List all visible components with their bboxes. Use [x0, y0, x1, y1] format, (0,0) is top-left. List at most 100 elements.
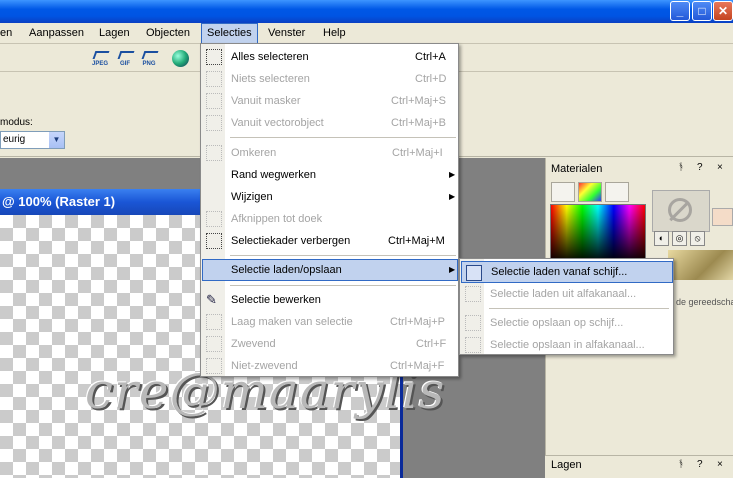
menu-item-laag-maken-van-selectie[interactable]: Laag maken van selectie Ctrl+Maj+P [202, 311, 457, 333]
modus-select-value: eurig [3, 134, 26, 145]
close-panel-icon[interactable]: × [717, 162, 723, 173]
shortcut-label: Ctrl+D [415, 73, 447, 85]
vector-icon [206, 115, 222, 131]
defloat-icon [206, 358, 222, 374]
menu-item-niet-zwevend[interactable]: Niet-zwevend Ctrl+Maj+F [202, 355, 457, 377]
menu-objecten[interactable]: Objecten [141, 23, 195, 44]
layers-panel-title: Lagen [551, 459, 582, 471]
menu-selecties[interactable]: Selecties [201, 23, 258, 44]
shortcut-label: Ctrl+Maj+I [392, 147, 443, 159]
menu-separator [489, 308, 669, 309]
modus-label: modus: [0, 117, 33, 128]
help-icon[interactable]: ? [697, 459, 703, 470]
shortcut-label: Ctrl+Maj+F [390, 360, 445, 372]
menu-item-label: Wijzigen [231, 191, 273, 203]
menu-item-selectiekader-verbergen[interactable]: Selectiekader verbergen Ctrl+Maj+M [202, 230, 457, 252]
menu-item-label: Niet-zwevend [231, 360, 298, 372]
marquee-icon [206, 233, 222, 249]
shortcut-label: Ctrl+A [415, 51, 446, 63]
menu-lagen[interactable]: Lagen [94, 23, 135, 44]
submenu-arrow-icon: ▶ [449, 265, 456, 274]
shortcut-label: Ctrl+Maj+S [391, 95, 447, 107]
select-all-icon [206, 49, 222, 65]
texture-swatch[interactable] [668, 250, 733, 280]
minimize-button[interactable]: _ [670, 1, 690, 21]
tab-frame-icon[interactable] [551, 182, 575, 202]
menu-item-label: Vanuit masker [231, 95, 301, 107]
maximize-button[interactable]: □ [692, 1, 712, 21]
menu-item-vanuit-masker[interactable]: Vanuit masker Ctrl+Maj+S [202, 90, 457, 112]
submenu-item-opslaan-in-alfakanaal[interactable]: Selectie opslaan in alfakanaal... [461, 334, 673, 356]
export-png-button[interactable]: PNG [139, 49, 159, 69]
menu-item-label: Selectie opslaan in alfakanaal... [490, 339, 645, 351]
menu-item-label: Laag maken van selectie [231, 316, 353, 328]
crop-icon [206, 211, 222, 227]
save-disk-icon [465, 315, 481, 331]
color-mode-icon[interactable]: ◐ [654, 231, 669, 246]
menu-item-wijzigen[interactable]: Wijzigen ▶ [202, 186, 457, 208]
shortcut-label: Ctrl+F [416, 338, 447, 350]
menu-item-label: Omkeren [231, 147, 277, 159]
submenu-item-laden-vanaf-schijf[interactable]: Selectie laden vanaf schijf... [461, 261, 673, 283]
pin-icon[interactable]: ᚬ [678, 162, 684, 173]
menu-help[interactable]: Help [318, 23, 351, 44]
menu-item-alles-selecteren[interactable]: Alles selecteren Ctrl+A [202, 46, 457, 68]
shortcut-label: Ctrl+Maj+M [388, 235, 445, 247]
save-alpha-icon [465, 337, 481, 353]
pin-icon[interactable]: ᚬ [678, 459, 684, 470]
menu-item-label: Selectiekader verbergen [231, 235, 351, 247]
close-button[interactable]: ✕ [713, 1, 733, 21]
tools-text: de gereedscha [676, 297, 733, 307]
menu-item-selectie-laden-opslaan[interactable]: Selectie laden/opslaan ▶ [202, 259, 458, 281]
menu-item-label: Rand wegwerken [231, 169, 316, 181]
brush-icon: ✎ [206, 292, 217, 307]
menu-item-label: Selectie laden uit alfakanaal... [490, 288, 637, 300]
color-spectrum[interactable] [550, 204, 646, 264]
menu-item-label: Zwevend [231, 338, 276, 350]
submenu-item-laden-uit-alfakanaal[interactable]: Selectie laden uit alfakanaal... [461, 283, 673, 305]
chevron-down-icon[interactable]: ▼ [49, 132, 64, 148]
background-swatch[interactable] [712, 208, 733, 226]
submenu-item-opslaan-op-schijf[interactable]: Selectie opslaan op schijf... [461, 312, 673, 334]
menu-item-rand-wegwerken[interactable]: Rand wegwerken ▶ [202, 164, 457, 186]
menu-item-label: Vanuit vectorobject [231, 117, 324, 129]
shortcut-label: Ctrl+Maj+B [391, 117, 447, 129]
menu-item-omkeren[interactable]: Omkeren Ctrl+Maj+I [202, 142, 457, 164]
mask-icon [206, 93, 222, 109]
gradient-mode-icon[interactable]: ◎ [672, 231, 687, 246]
menu-aanpassen[interactable]: Aanpassen [24, 23, 89, 44]
globe-icon[interactable] [172, 50, 189, 67]
menu-separator [230, 137, 456, 138]
menu-item-vanuit-vectorobject[interactable]: Vanuit vectorobject Ctrl+Maj+B [202, 112, 457, 134]
panel-title: Materialen [551, 163, 603, 175]
load-disk-icon [466, 265, 482, 281]
menu-item-afknippen-tot-doek[interactable]: Afknippen tot doek [202, 208, 457, 230]
layer-icon [206, 314, 222, 330]
close-panel-icon[interactable]: × [717, 459, 723, 470]
menu-bestand-partial[interactable]: en [0, 23, 17, 44]
invert-icon [206, 145, 222, 161]
modus-select[interactable]: eurig ▼ [0, 131, 65, 149]
no-color-icon [668, 198, 692, 222]
menu-item-label: Niets selecteren [231, 73, 310, 85]
menu-bar: en Aanpassen Lagen Objecten Selecties Ve… [0, 23, 733, 44]
help-icon[interactable]: ? [697, 162, 703, 173]
menu-item-label: Selectie laden/opslaan [231, 264, 342, 276]
menu-venster[interactable]: Venster [263, 23, 310, 44]
menu-item-selectie-bewerken[interactable]: ✎ Selectie bewerken [202, 289, 457, 311]
submenu-arrow-icon: ▶ [449, 170, 456, 179]
menu-separator [230, 285, 456, 286]
transparent-mode-icon[interactable]: ⦸ [690, 231, 705, 246]
window-title-bar: _ □ ✕ [0, 0, 733, 23]
tab-spectrum-icon[interactable] [578, 182, 602, 202]
menu-item-label: Afknippen tot doek [231, 213, 323, 225]
tab-swatches-icon[interactable] [605, 182, 629, 202]
load-alpha-icon [465, 286, 481, 302]
submenu-arrow-icon: ▶ [449, 192, 456, 201]
selecties-dropdown: Alles selecteren Ctrl+A Niets selecteren… [200, 43, 459, 377]
shortcut-label: Ctrl+Maj+P [390, 316, 446, 328]
export-gif-button[interactable]: GIF [115, 49, 135, 69]
menu-item-zwevend[interactable]: Zwevend Ctrl+F [202, 333, 457, 355]
menu-item-niets-selecteren[interactable]: Niets selecteren Ctrl+D [202, 68, 457, 90]
export-jpeg-button[interactable]: JPEG [90, 49, 110, 69]
